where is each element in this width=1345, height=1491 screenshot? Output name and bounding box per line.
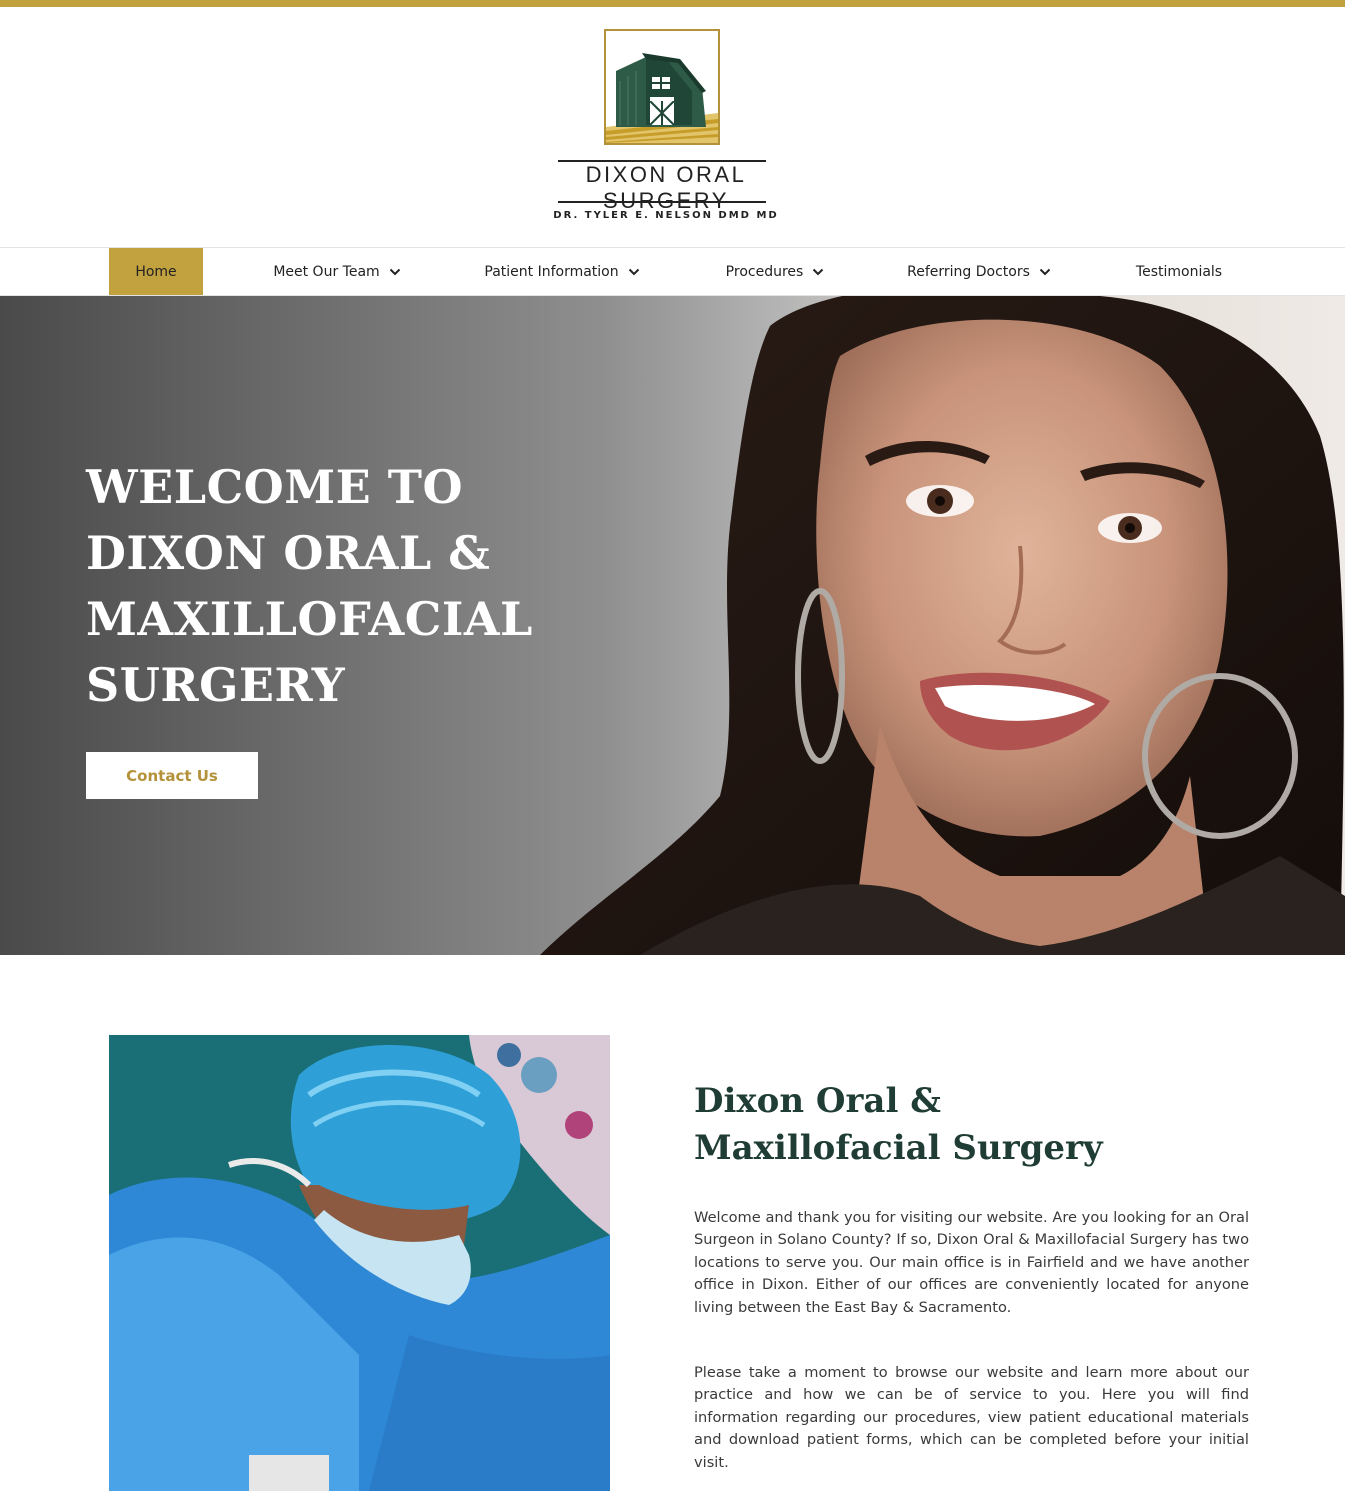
nav-item-label: Meet Our Team [273, 263, 380, 280]
nav-item-procedures[interactable]: Procedures [714, 248, 836, 295]
nav-item-home[interactable]: Home [109, 248, 203, 295]
barn-icon [606, 31, 718, 143]
hero-title-line: DIXON ORAL & [86, 526, 491, 580]
contact-us-button[interactable]: Contact Us [86, 752, 258, 799]
chevron-down-icon [628, 268, 639, 275]
surgeon-illustration [109, 1035, 610, 1491]
about-title-line: Maxillofacial Surgery [694, 1128, 1103, 1168]
about-paragraph: Please take a moment to browse our websi… [694, 1364, 1249, 1471]
nav-item-testimonials[interactable]: Testimonials [1124, 248, 1234, 295]
logo-title: DIXON ORAL SURGERY [585, 162, 747, 213]
nav-item-label: Procedures [725, 263, 804, 280]
about-title-line: Dixon Oral & [694, 1081, 941, 1121]
top-accent-bar [0, 0, 1345, 7]
nav-item-label: Testimonials [1135, 263, 1223, 280]
nav-item-meet-our-team[interactable]: Meet Our Team [262, 248, 412, 295]
smiling-woman-photo [540, 296, 1345, 955]
about-paragraph: Welcome and thank you for visiting our w… [694, 1209, 1249, 1316]
site-header: DIXON ORAL SURGERY DR. TYLER E. NELSON D… [0, 7, 1345, 247]
logo-subtitle: DR. TYLER E. NELSON DMD MD [553, 210, 779, 221]
main-nav: Home Meet Our Team Patient Information P… [0, 247, 1345, 296]
logo-link[interactable] [604, 29, 720, 145]
hero-banner: WELCOME TO DIXON ORAL & MAXILLOFACIAL SU… [0, 296, 1345, 955]
surgeon-photo [109, 1035, 610, 1491]
nav-item-label: Home [135, 263, 177, 280]
chevron-down-icon [1039, 268, 1051, 275]
nav-item-label: Referring Doctors [907, 263, 1030, 280]
logo-rule-bottom [558, 201, 766, 203]
chevron-down-icon [813, 268, 824, 275]
hero-title-line: SURGERY [86, 658, 346, 712]
hero-title-line: MAXILLOFACIAL [86, 592, 533, 646]
hero-title: WELCOME TO DIXON ORAL & MAXILLOFACIAL SU… [86, 454, 546, 718]
chevron-down-icon [389, 268, 400, 275]
nav-item-referring-doctors[interactable]: Referring Doctors [896, 248, 1062, 295]
nav-item-patient-information[interactable]: Patient Information [472, 248, 652, 295]
nav-item-label: Patient Information [484, 263, 619, 280]
about-title: Dixon Oral & Maxillofacial Surgery [694, 1078, 1254, 1172]
hero-title-line: WELCOME TO [86, 460, 464, 514]
